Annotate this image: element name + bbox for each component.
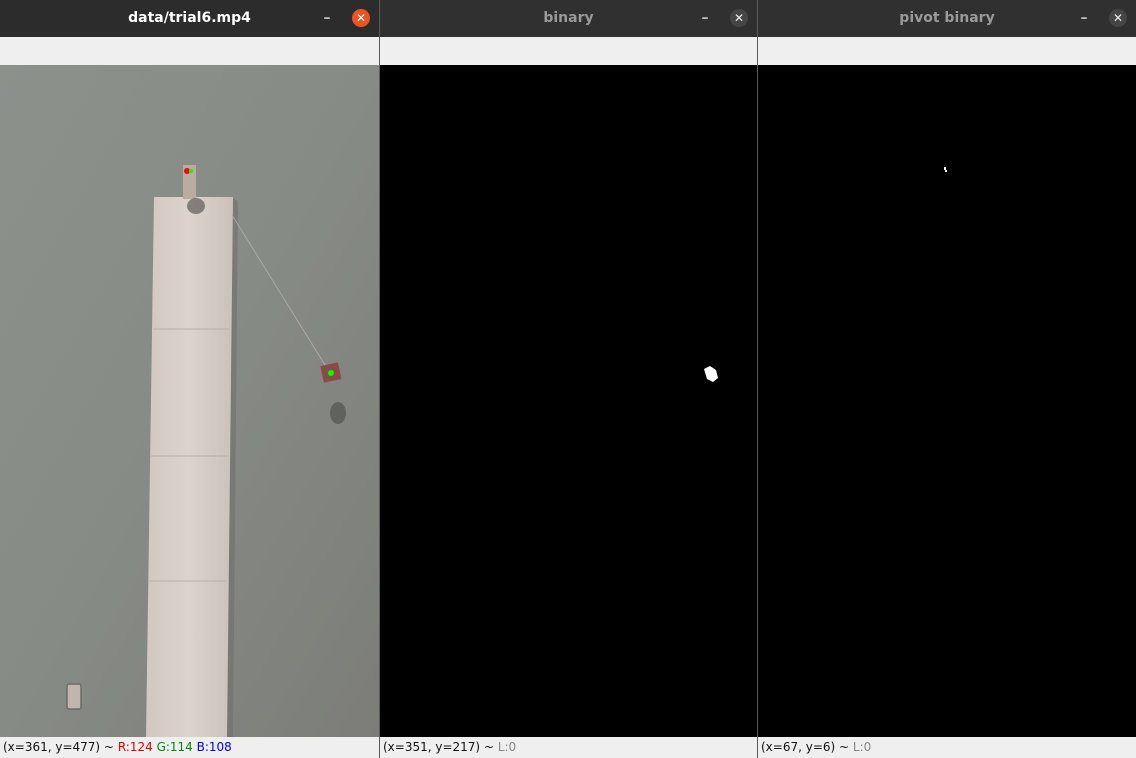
image-view[interactable] [380, 65, 757, 737]
cursor-coords: (x=361, y=477) ~ [3, 740, 114, 754]
pivot-shadow [187, 198, 205, 214]
video-window[interactable]: data/trial6.mp4 – ✕ (x=361, y=477) ~ R:1… [0, 0, 379, 758]
pivot-mask [758, 65, 1136, 737]
bob-marker-green [328, 370, 334, 376]
close-icon[interactable]: ✕ [730, 9, 748, 27]
image-view[interactable] [758, 65, 1136, 737]
title-bar[interactable]: binary – ✕ [380, 0, 757, 37]
pivot-binary-window[interactable]: pivot binary – ✕ (x=67, y=6) ~ L:0 [758, 0, 1136, 758]
pivot-blob [945, 170, 947, 172]
status-bar: (x=351, y=217) ~ L:0 [380, 737, 757, 758]
title-bar[interactable]: data/trial6.mp4 – ✕ [0, 0, 379, 37]
binary-window[interactable]: binary – ✕ (x=351, y=217) ~ L:0 [380, 0, 757, 758]
minimize-icon[interactable]: – [696, 9, 714, 27]
toolbar [0, 37, 379, 66]
pivot-blob [944, 167, 946, 170]
image-view[interactable] [0, 65, 379, 737]
bob-shadow [330, 402, 346, 424]
pixel-b: B:108 [196, 740, 232, 754]
wall-outlet [66, 683, 82, 710]
white-board [146, 197, 233, 737]
status-bar: (x=361, y=477) ~ R:124 G:114 B:108 [0, 737, 379, 758]
cursor-coords: (x=67, y=6) ~ [761, 740, 850, 754]
title-bar[interactable]: pivot binary – ✕ [758, 0, 1136, 37]
pixel-l: L:0 [497, 740, 517, 754]
pixel-l: L:0 [852, 740, 872, 754]
binary-mask [380, 65, 757, 737]
pivot-marker-green [189, 169, 193, 173]
toolbar [380, 37, 757, 66]
close-icon[interactable]: ✕ [1109, 9, 1127, 27]
toolbar [758, 37, 1136, 66]
cursor-coords: (x=351, y=217) ~ [383, 740, 494, 754]
minimize-icon[interactable]: – [318, 9, 336, 27]
close-icon[interactable]: ✕ [352, 9, 370, 27]
pixel-g: G:114 [156, 740, 193, 754]
camera-frame [0, 65, 379, 737]
minimize-icon[interactable]: – [1075, 9, 1093, 27]
pixel-r: R:124 [117, 740, 153, 754]
status-bar: (x=67, y=6) ~ L:0 [758, 737, 1136, 758]
